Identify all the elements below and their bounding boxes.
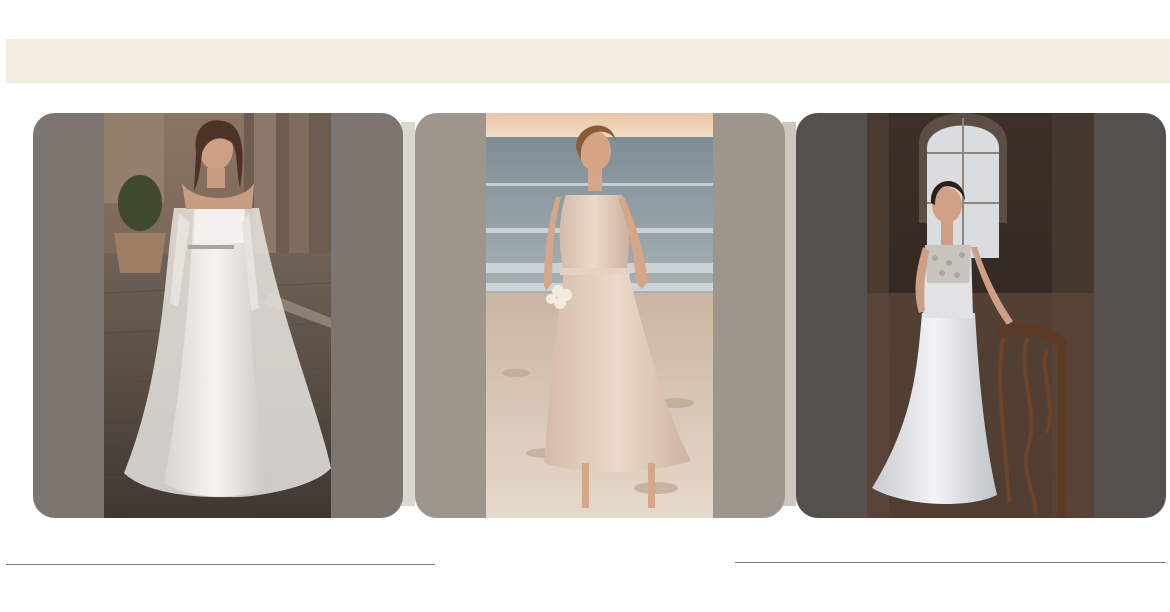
hall-bride-image [867,113,1094,518]
beach-woman-image [486,113,713,518]
card-hall-lace-mermaid-dress[interactable] [796,113,1166,518]
card-street-wedding-dress[interactable] [33,113,403,518]
dress-gallery [0,0,1170,612]
photo-street-bride [104,113,331,518]
photo-hall-bride [867,113,1094,518]
street-bride-image [104,113,331,518]
photo-beach-woman [486,113,713,518]
bottom-divider-left [6,564,435,565]
card-beach-chiffon-dress[interactable] [415,113,785,518]
gallery-separator [401,122,415,506]
bottom-divider-right [735,562,1166,563]
